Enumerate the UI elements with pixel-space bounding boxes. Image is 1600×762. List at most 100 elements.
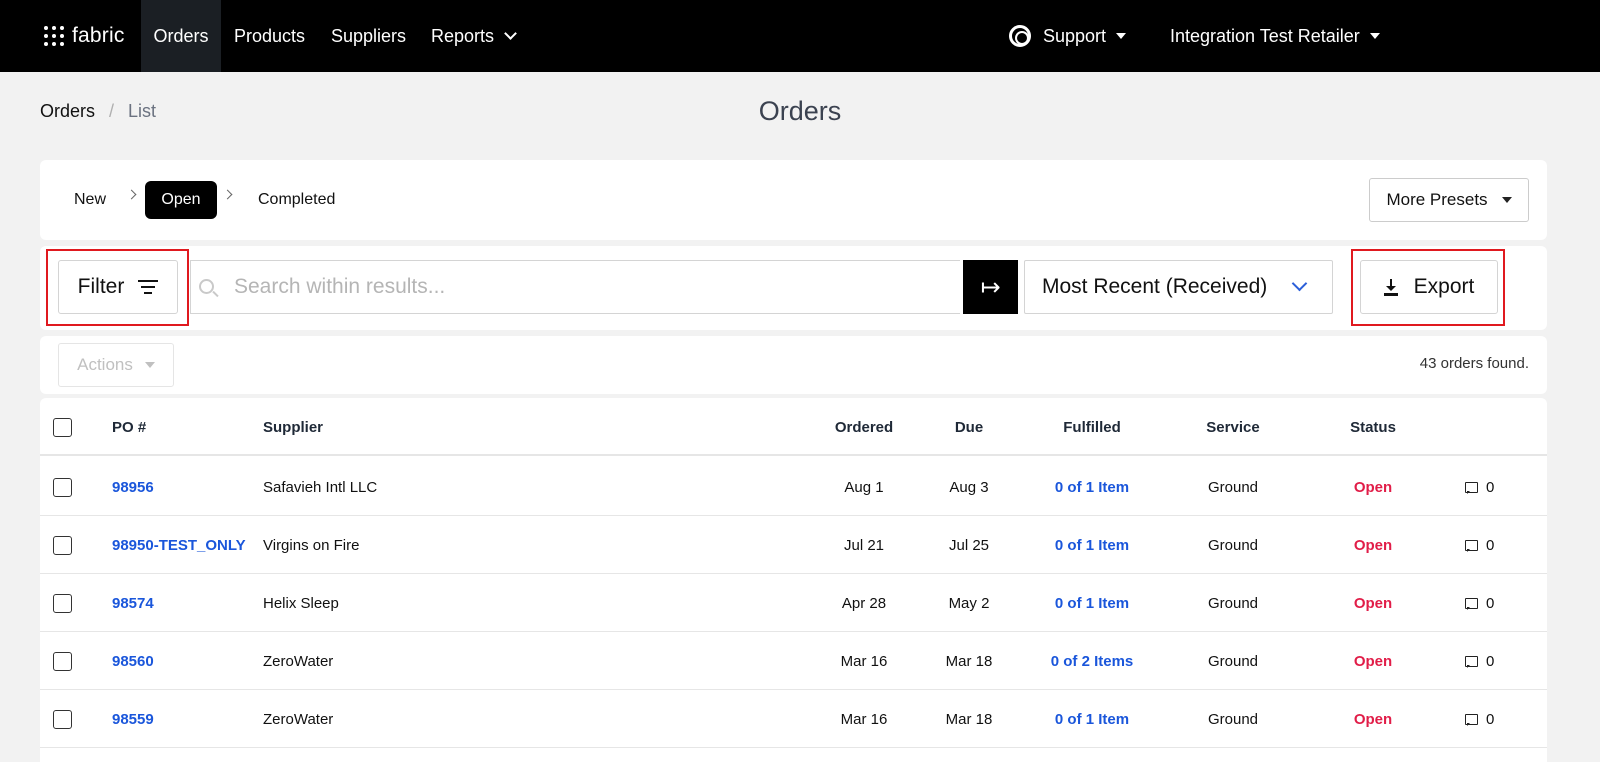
grid-dots-icon	[44, 26, 64, 46]
supplier-cell: Helix Sleep	[263, 594, 339, 612]
table-row[interactable]: 98956 Safavieh Intl LLC Aug 1 Aug 3 0 of…	[40, 458, 1547, 516]
comment-count: 0	[1486, 594, 1495, 612]
row-checkbox[interactable]	[53, 536, 72, 555]
account-label: Integration Test Retailer	[1170, 25, 1360, 46]
service-cell: Ground	[1207, 594, 1259, 612]
comment-icon	[1465, 713, 1478, 726]
column-fulfilled[interactable]: Fulfilled	[1032, 398, 1152, 456]
row-checkbox[interactable]	[53, 478, 72, 497]
column-due[interactable]: Due	[929, 398, 1009, 456]
comments-button[interactable]: 0	[1465, 690, 1494, 748]
table-header: PO # Supplier Ordered Due Fulfilled Serv…	[40, 398, 1547, 456]
caret-down-icon	[144, 362, 155, 368]
support-label: Support	[1043, 25, 1107, 46]
sort-label: Most Recent (Received)	[1042, 275, 1268, 298]
select-all-checkbox[interactable]	[53, 418, 72, 437]
caret-down-icon	[1116, 33, 1127, 39]
status-badge: Open	[1353, 478, 1393, 496]
column-status[interactable]: Status	[1333, 398, 1413, 456]
nav-item-products[interactable]: Products	[221, 0, 318, 72]
column-ordered[interactable]: Ordered	[814, 398, 914, 456]
caret-down-icon	[1369, 33, 1380, 39]
preset-completed[interactable]: Completed	[242, 181, 351, 219]
row-checkbox[interactable]	[53, 710, 72, 729]
column-supplier[interactable]: Supplier	[263, 398, 323, 456]
more-presets-dropdown[interactable]: More Presets	[1369, 178, 1529, 222]
chevron-right-icon	[126, 189, 137, 200]
fabric-logo[interactable]: fabric	[44, 24, 125, 48]
support-menu[interactable]: Support	[996, 0, 1139, 72]
supplier-cell: ZeroWater	[263, 710, 334, 728]
preset-new[interactable]: New	[58, 181, 122, 219]
lifebuoy-icon	[1009, 25, 1031, 47]
comments-button[interactable]: 0	[1465, 458, 1494, 516]
table-row[interactable]: 98559 ZeroWater Mar 16 Mar 18 0 of 1 Ite…	[40, 690, 1547, 748]
comment-count: 0	[1486, 652, 1495, 670]
preset-open[interactable]: Open	[145, 181, 217, 219]
comments-button[interactable]: 0	[1465, 574, 1494, 632]
comment-count: 0	[1486, 478, 1495, 496]
account-menu[interactable]: Integration Test Retailer	[1157, 0, 1393, 72]
actions-bar: Actions 43 orders found.	[40, 336, 1547, 394]
filter-highlight	[46, 249, 189, 326]
nav-item-label: Suppliers	[331, 25, 407, 46]
top-nav: fabric Orders Products Suppliers Reports…	[0, 0, 1600, 72]
fulfilled-link[interactable]: 0 of 1 Item	[1032, 574, 1152, 632]
due-cell: Mar 18	[945, 652, 993, 670]
ordered-cell: Mar 16	[840, 652, 888, 670]
chevron-down-icon	[1291, 275, 1308, 292]
arrow-right-icon: ↦	[980, 273, 1001, 301]
supplier-cell: Virgins on Fire	[263, 536, 360, 554]
ordered-cell: Mar 16	[840, 710, 888, 728]
po-link[interactable]: 98956	[112, 458, 154, 516]
due-cell: Mar 18	[945, 710, 993, 728]
orders-table: PO # Supplier Ordered Due Fulfilled Serv…	[40, 398, 1547, 762]
comments-button[interactable]: 0	[1465, 632, 1494, 690]
fulfilled-link[interactable]: 0 of 1 Item	[1032, 690, 1152, 748]
sort-dropdown[interactable]: Most Recent (Received)	[1024, 260, 1333, 314]
po-link[interactable]: 98559	[112, 690, 154, 748]
nav-item-suppliers[interactable]: Suppliers	[318, 0, 419, 72]
ordered-cell: Apr 28	[841, 594, 887, 612]
search-submit-button[interactable]: ↦	[963, 260, 1018, 314]
column-service[interactable]: Service	[1183, 398, 1283, 456]
nav-item-reports[interactable]: Reports	[418, 0, 528, 72]
page-title: Orders	[758, 96, 842, 126]
row-checkbox[interactable]	[53, 652, 72, 671]
chevron-down-icon	[504, 27, 517, 40]
nav-item-label: Orders	[153, 25, 209, 46]
fulfilled-link[interactable]: 0 of 1 Item	[1032, 458, 1152, 516]
po-link[interactable]: 98560	[112, 632, 154, 690]
table-row[interactable]: 98950-TEST_ONLY Virgins on Fire Jul 21 J…	[40, 516, 1547, 574]
ordered-cell: Jul 21	[843, 536, 885, 554]
comment-icon	[1465, 597, 1478, 610]
supplier-cell: ZeroWater	[263, 652, 334, 670]
chevron-right-icon	[222, 189, 233, 200]
nav-item-label: Products	[234, 25, 306, 46]
po-link[interactable]: 98950-TEST_ONLY	[112, 516, 246, 574]
search-icon	[199, 279, 214, 294]
comment-count: 0	[1486, 710, 1495, 728]
presets-bar: New Open Completed More Presets	[40, 160, 1547, 240]
fulfilled-link[interactable]: 0 of 1 Item	[1032, 516, 1152, 574]
search-box	[190, 260, 960, 314]
comment-icon	[1465, 481, 1478, 494]
comment-count: 0	[1486, 536, 1495, 554]
more-presets-label: More Presets	[1386, 190, 1488, 209]
nav-item-orders[interactable]: Orders	[141, 0, 221, 72]
comment-icon	[1465, 655, 1478, 668]
comment-icon	[1465, 539, 1478, 552]
ordered-cell: Aug 1	[844, 478, 884, 496]
actions-dropdown[interactable]: Actions	[58, 343, 174, 387]
export-highlight	[1351, 249, 1505, 326]
search-input[interactable]	[234, 261, 934, 313]
table-row[interactable]: 98574 Helix Sleep Apr 28 May 2 0 of 1 It…	[40, 574, 1547, 632]
fulfilled-link[interactable]: 0 of 2 Items	[1032, 632, 1152, 690]
status-badge: Open	[1353, 652, 1393, 670]
row-checkbox[interactable]	[53, 594, 72, 613]
po-link[interactable]: 98574	[112, 574, 154, 632]
comments-button[interactable]: 0	[1465, 516, 1494, 574]
orders-count: 43 orders found.	[1419, 355, 1529, 372]
table-row[interactable]: 98560 ZeroWater Mar 16 Mar 18 0 of 2 Ite…	[40, 632, 1547, 690]
column-po[interactable]: PO #	[112, 398, 146, 456]
